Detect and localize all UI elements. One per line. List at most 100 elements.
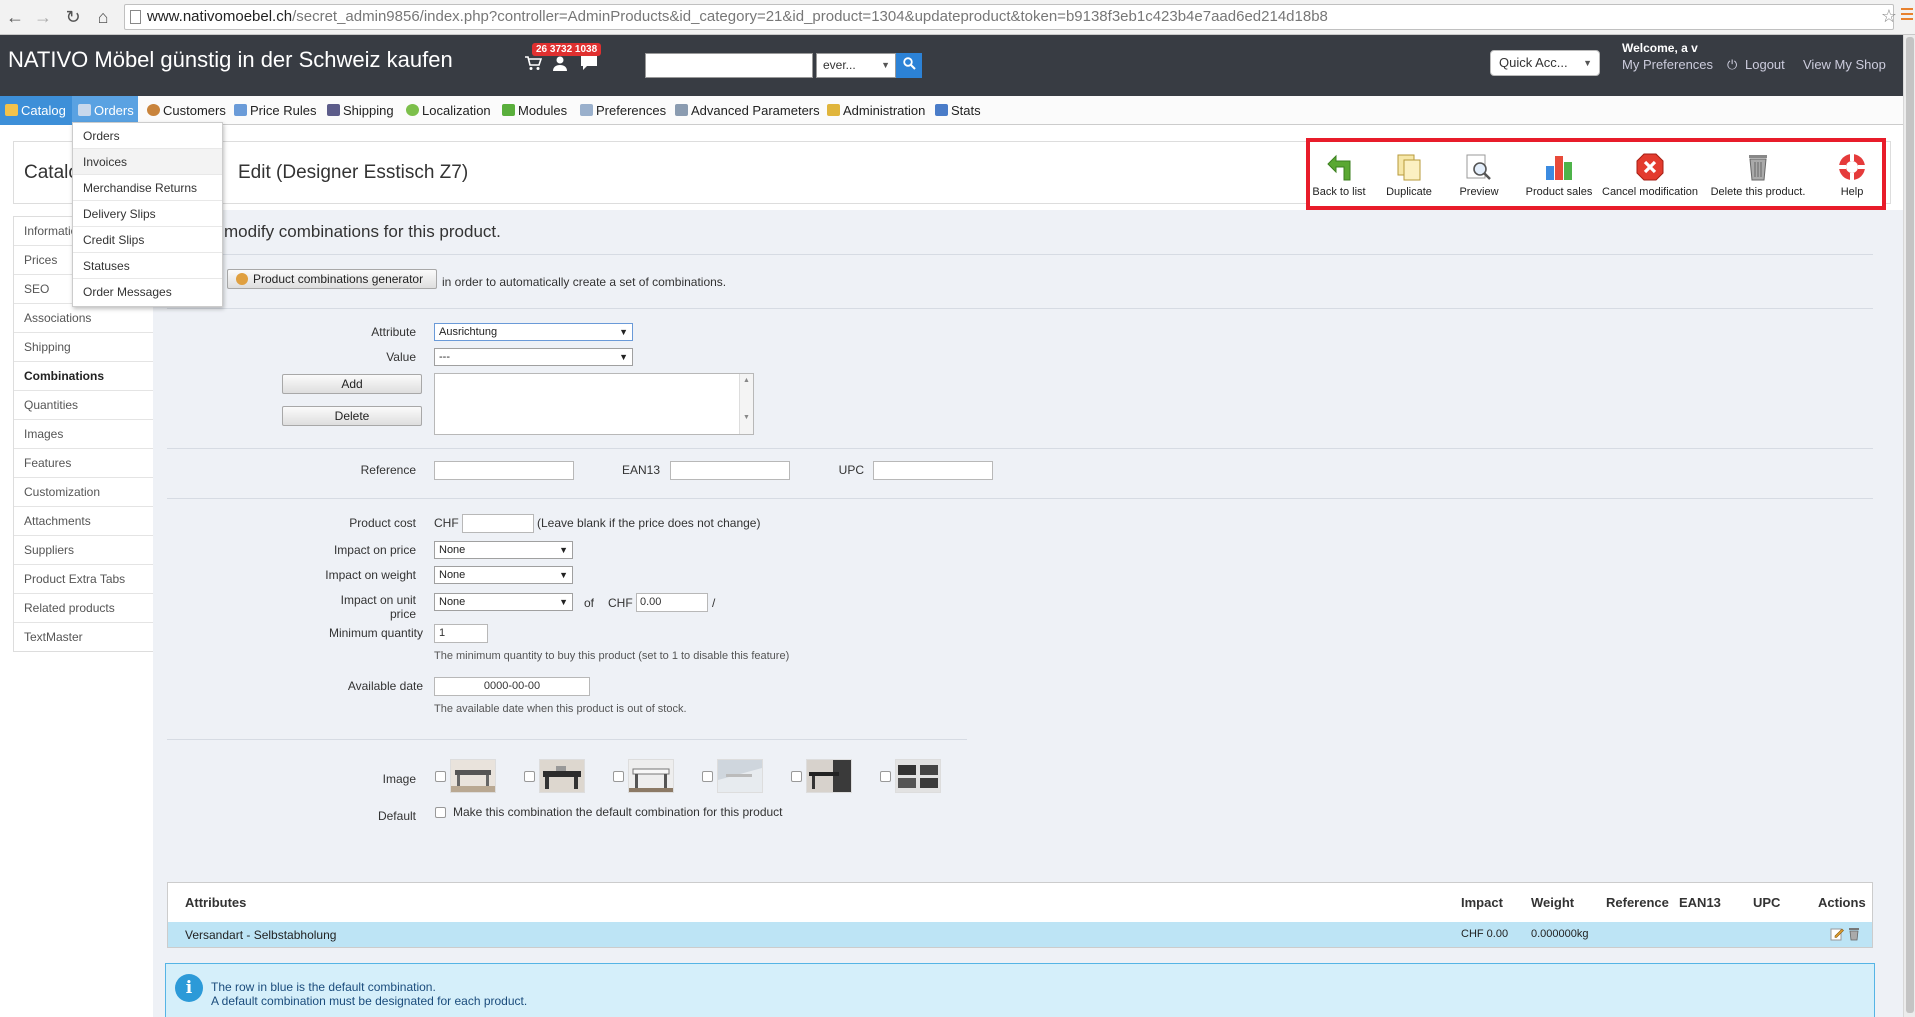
combinations-generator-button[interactable]: Product combinations generator <box>227 269 437 289</box>
delete-product-button[interactable]: Delete this product. <box>1710 152 1806 202</box>
tab-orders[interactable]: Orders <box>72 96 138 125</box>
table-row[interactable]: Versandart - Selbstabholung CHF 0.00 0.0… <box>168 922 1872 947</box>
forward-arrow-icon[interactable]: → <box>32 6 54 28</box>
sidebar-item-customization[interactable]: Customization <box>14 478 153 507</box>
sidebar-item-images[interactable]: Images <box>14 420 153 449</box>
image-checkbox[interactable] <box>880 771 891 782</box>
ean13-input[interactable] <box>670 461 790 480</box>
tab-advanced-parameters[interactable]: Advanced Parameters <box>673 100 820 122</box>
column-header-weight[interactable]: Weight <box>1531 895 1574 910</box>
tab-localization[interactable]: Localization <box>404 100 491 122</box>
image-checkbox[interactable] <box>702 771 713 782</box>
combination-image-thumb[interactable] <box>806 759 852 793</box>
combination-image-thumb[interactable] <box>539 759 585 793</box>
address-bar[interactable]: www.nativomoebel.ch/secret_admin9856/ind… <box>124 4 1894 30</box>
attribute-list-box[interactable]: ▲ ▼ <box>434 373 754 435</box>
message-icon[interactable] <box>580 55 598 76</box>
search-button[interactable] <box>896 53 922 78</box>
column-header-ean13[interactable]: EAN13 <box>1679 895 1721 910</box>
sidebar-item-textmaster[interactable]: TextMaster <box>14 623 153 652</box>
sidebar-item-features[interactable]: Features <box>14 449 153 478</box>
add-attribute-button[interactable]: Add <box>282 374 422 394</box>
page-scrollbar[interactable] <box>1903 35 1915 1017</box>
submenu-item-order-messages[interactable]: Order Messages <box>73 279 222 305</box>
scroll-up-icon[interactable]: ▲ <box>740 377 753 384</box>
combination-image-thumb[interactable] <box>628 759 674 793</box>
reference-input[interactable] <box>434 461 574 480</box>
submenu-item-invoices[interactable]: Invoices <box>73 149 222 175</box>
preview-button[interactable]: Preview <box>1456 152 1502 202</box>
scrollbar-thumb[interactable] <box>1906 37 1914 1013</box>
view-my-shop-link[interactable]: View My Shop <box>1803 57 1886 72</box>
reload-icon[interactable]: ↻ <box>62 6 84 28</box>
search-scope-select[interactable]: ever... ▼ <box>816 53 896 78</box>
shop-name[interactable]: NATIVO Möbel günstig in der Schweiz kauf… <box>8 47 453 73</box>
delete-attribute-button[interactable]: Delete <box>282 406 422 426</box>
browser-toolbar: ← → ↻ ⌂ www.nativomoebel.ch/secret_admin… <box>0 0 1915 35</box>
my-preferences-link[interactable]: My Preferences <box>1622 57 1713 72</box>
listbox-scrollbar[interactable]: ▲ ▼ <box>739 374 753 434</box>
sidebar-item-associations[interactable]: Associations <box>14 304 153 333</box>
impact-unit-select[interactable]: None ▼ <box>434 593 573 611</box>
back-to-list-button[interactable]: Back to list <box>1310 152 1368 202</box>
combination-image-thumb[interactable] <box>895 759 941 793</box>
submenu-item-merchandise-returns[interactable]: Merchandise Returns <box>73 175 222 201</box>
sidebar-item-shipping[interactable]: Shipping <box>14 333 153 362</box>
min-qty-input[interactable]: 1 <box>434 624 488 643</box>
column-header-upc[interactable]: UPC <box>1753 895 1780 910</box>
submenu-item-credit-slips[interactable]: Credit Slips <box>73 227 222 253</box>
column-header-impact[interactable]: Impact <box>1461 895 1503 910</box>
unit-price-input[interactable]: 0.00 <box>636 593 708 612</box>
submenu-item-delivery-slips[interactable]: Delivery Slips <box>73 201 222 227</box>
image-checkbox[interactable] <box>524 771 535 782</box>
tab-modules[interactable]: Modules <box>500 100 567 122</box>
column-header-attributes[interactable]: Attributes <box>185 895 246 910</box>
impact-price-select[interactable]: None ▼ <box>434 541 573 559</box>
upc-input[interactable] <box>873 461 993 480</box>
sidebar-item-related-products[interactable]: Related products <box>14 594 153 623</box>
image-checkbox[interactable] <box>613 771 624 782</box>
cart-icon[interactable] <box>524 55 543 76</box>
header-search-input[interactable] <box>645 53 813 78</box>
image-checkbox[interactable] <box>435 771 446 782</box>
tab-catalog[interactable]: Catalog <box>0 96 72 125</box>
product-cost-input[interactable] <box>462 514 534 533</box>
cancel-modification-button[interactable]: Cancel modification <box>1600 152 1700 202</box>
sidebar-item-quantities[interactable]: Quantities <box>14 391 153 420</box>
home-icon[interactable]: ⌂ <box>92 6 114 28</box>
image-checkbox[interactable] <box>791 771 802 782</box>
sidebar-item-combinations[interactable]: Combinations <box>14 362 153 391</box>
sidebar-item-attachments[interactable]: Attachments <box>14 507 153 536</box>
browser-menu-icon[interactable] <box>1901 8 1913 22</box>
tab-stats[interactable]: Stats <box>933 100 981 122</box>
combination-image-thumb[interactable] <box>450 759 496 793</box>
sidebar-item-suppliers[interactable]: Suppliers <box>14 536 153 565</box>
bookmark-star-icon[interactable]: ☆ <box>1881 6 1897 27</box>
sidebar-item-product-extra-tabs[interactable]: Product Extra Tabs <box>14 565 153 594</box>
back-arrow-icon[interactable]: ← <box>4 6 26 28</box>
notification-badges[interactable]: 26 3732 1038 <box>532 43 602 56</box>
submenu-item-orders[interactable]: Orders <box>73 123 222 149</box>
edit-icon[interactable] <box>1830 927 1844 944</box>
tab-administration[interactable]: Administration <box>825 100 925 122</box>
logout-link[interactable]: Logout <box>1745 57 1785 72</box>
column-header-reference[interactable]: Reference <box>1606 895 1669 910</box>
tab-shipping[interactable]: Shipping <box>325 100 394 122</box>
product-sales-button[interactable]: Product sales <box>1522 152 1596 202</box>
tab-customers[interactable]: Customers <box>145 100 226 122</box>
tab-preferences[interactable]: Preferences <box>578 100 666 122</box>
submenu-item-statuses[interactable]: Statuses <box>73 253 222 279</box>
attribute-select[interactable]: Ausrichtung ▼ <box>434 323 633 341</box>
default-combination-checkbox[interactable] <box>435 807 446 818</box>
customer-icon[interactable] <box>552 55 568 76</box>
tab-price-rules[interactable]: Price Rules <box>232 100 316 122</box>
available-date-input[interactable]: 0000-00-00 <box>434 677 590 696</box>
quick-access-select[interactable]: Quick Acc... ▼ <box>1490 50 1600 76</box>
help-button[interactable]: Help <box>1830 152 1874 202</box>
impact-weight-select[interactable]: None ▼ <box>434 566 573 584</box>
value-select[interactable]: --- ▼ <box>434 348 633 366</box>
combination-image-thumb[interactable] <box>717 759 763 793</box>
scroll-down-icon[interactable]: ▼ <box>740 414 753 421</box>
trash-icon[interactable] <box>1848 927 1860 944</box>
duplicate-button[interactable]: Duplicate <box>1384 152 1434 202</box>
